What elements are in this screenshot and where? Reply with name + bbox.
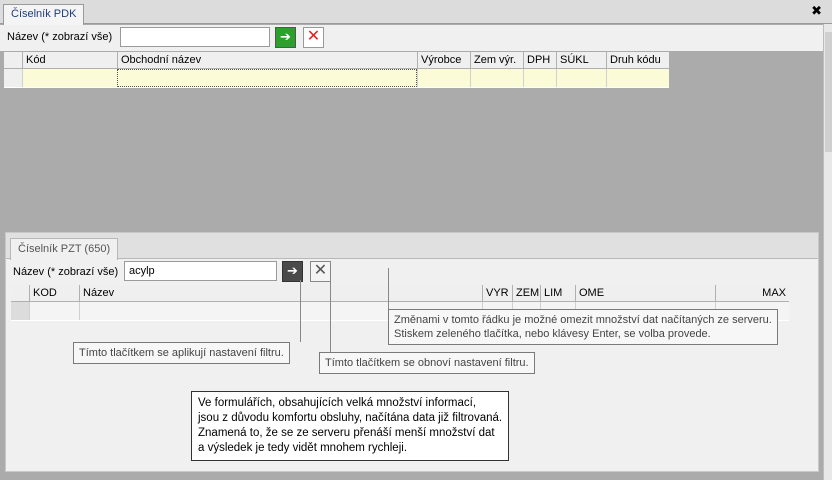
grid-cell[interactable] (470, 69, 523, 87)
grid-cell[interactable] (29, 302, 79, 320)
bottom-grid-header: KOD Název VYR ZEM LIM OME MAX (11, 285, 789, 302)
filter-row-tooltip: Změnami v tomto řádku je možné omezit mn… (388, 309, 778, 345)
grid-cell[interactable] (523, 69, 556, 87)
column-header-zem-vyr[interactable]: Zem výr. (470, 52, 523, 69)
top-data-grid[interactable]: Kód Obchodní název Výrobce Zem výr. DPH … (4, 52, 669, 88)
top-apply-filter-button[interactable]: ➔ (275, 27, 296, 48)
column-header-kod[interactable]: KOD (29, 285, 79, 302)
note-line: Ve formulářích, obsahujících velká množs… (198, 397, 477, 409)
column-header-vyrobce[interactable]: Výrobce (417, 52, 470, 69)
reset-callout-line (330, 280, 331, 352)
column-header-obchodni-nazev[interactable]: Obchodní název (117, 52, 417, 69)
column-header-lim[interactable]: LIM (540, 285, 575, 302)
column-header-nazev[interactable]: Název (79, 285, 482, 302)
scrollbar-thumb[interactable] (825, 32, 832, 152)
column-header-max[interactable]: MAX (715, 285, 789, 302)
close-icon[interactable]: ✖ (811, 3, 822, 19)
row-selector[interactable] (4, 69, 22, 87)
arrow-right-icon: ➔ (287, 263, 298, 278)
grid-cell[interactable] (556, 69, 606, 87)
cross-icon: ✕ (306, 28, 321, 45)
note-line: Znamená to, že se ze serveru přenáší men… (198, 427, 495, 439)
column-header-druh-kodu[interactable]: Druh kódu (606, 52, 669, 69)
apply-button-tooltip: Tímto tlačítkem se aplikují nastavení fi… (73, 342, 290, 364)
arrow-right-icon: ➔ (280, 29, 291, 44)
bottom-reset-filter-button[interactable]: ✕ (310, 261, 331, 282)
top-filter-label: Název (* zobrazí vše) (7, 31, 113, 43)
tooltip-line: Stiskem zeleného tlačítka, nebo klávesy … (394, 328, 711, 340)
tab-ciselnik-pdk[interactable]: Číselník PDK (3, 4, 85, 25)
tooltip-line: Změnami v tomto řádku je možné omezit mn… (394, 314, 772, 326)
top-reset-filter-button[interactable]: ✕ (303, 27, 324, 48)
bottom-filter-label: Název (* zobrazí vše) (13, 266, 119, 278)
cross-icon: ✕ (313, 262, 328, 279)
vertical-scrollbar[interactable] (823, 24, 832, 480)
reset-button-tooltip: Tímto tlačítkem se obnoví nastavení filt… (319, 352, 535, 374)
apply-callout-line (300, 280, 301, 342)
top-grid-header: Kód Obchodní název Výrobce Zem výr. DPH … (4, 52, 669, 69)
row-selector-header (4, 52, 22, 69)
bottom-tab-strip: Číselník PZT (650) (6, 233, 818, 260)
note-line: a výsledek je tedy vidět mnohem rychleji… (198, 442, 408, 454)
bottom-name-filter-input[interactable] (124, 261, 277, 281)
column-header-dph[interactable]: DPH (523, 52, 556, 69)
info-note: Ve formulářích, obsahujících velká množs… (191, 391, 510, 461)
bottom-apply-filter-button[interactable]: ➔ (282, 261, 303, 282)
column-header-zem[interactable]: ZEM (512, 285, 540, 302)
grid-cell-focused[interactable] (117, 69, 417, 87)
top-filter-grid-row[interactable] (4, 69, 669, 87)
column-header-sukl[interactable]: SÚKL (556, 52, 606, 69)
top-filter-row: Název (* zobrazí vše) ➔ ✕ (0, 25, 823, 51)
note-line: jsou z důvodu komfortu obsluhy, načítána… (198, 412, 503, 424)
column-header-vyr[interactable]: VYR (482, 285, 512, 302)
filter-row-callout-line (388, 268, 389, 310)
tab-ciselnik-pzt[interactable]: Číselník PZT (650) (10, 238, 119, 260)
row-selector[interactable] (11, 302, 29, 320)
row-selector-header (11, 285, 29, 302)
grid-cell[interactable] (417, 69, 470, 87)
top-name-filter-input[interactable] (120, 27, 270, 47)
top-tab-bar: Číselník PDK ✖ (0, 0, 832, 25)
column-header-kod[interactable]: Kód (22, 52, 117, 69)
grid-cell[interactable] (22, 69, 117, 87)
column-header-ome[interactable]: OME (575, 285, 715, 302)
grid-cell[interactable] (606, 69, 669, 87)
